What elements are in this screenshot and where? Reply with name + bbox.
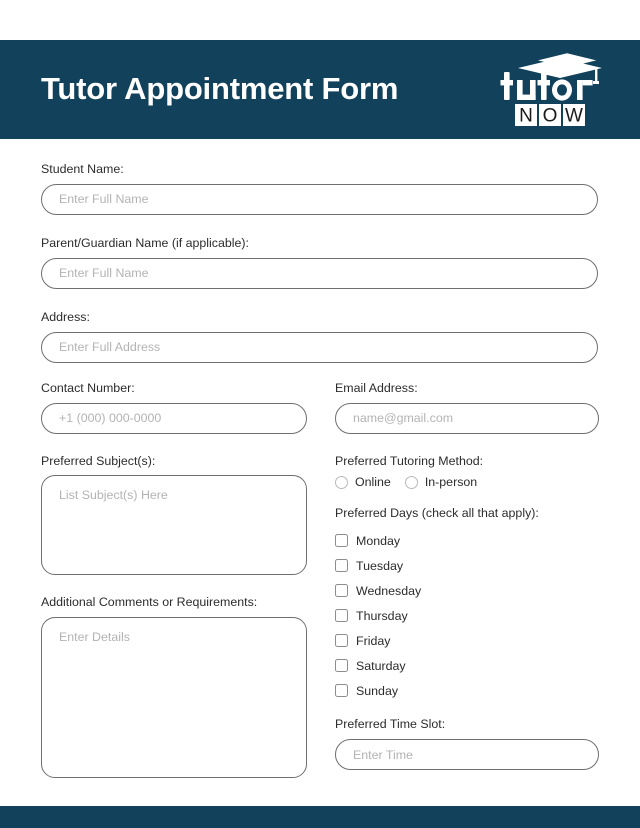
checkbox-icon[interactable] (335, 684, 348, 698)
checkbox-option-thursday[interactable]: Thursday (335, 603, 599, 628)
field-time-slot: Preferred Time Slot: Enter Time (335, 717, 599, 771)
field-email: Email Address: name@gmail.com (335, 381, 599, 434)
checkbox-option-label: Saturday (356, 658, 406, 673)
field-comments: Additional Comments or Requirements: Ent… (41, 595, 307, 779)
svg-text:N: N (519, 105, 533, 126)
page-footer-bar (0, 806, 640, 828)
field-student-name: Student Name: Enter Full Name (41, 162, 598, 215)
subjects-textarea[interactable]: List Subject(s) Here (41, 475, 307, 576)
svg-text:W: W (565, 105, 583, 126)
address-label: Address: (41, 309, 90, 324)
checkbox-option-label: Thursday (356, 608, 408, 623)
student-name-label: Student Name: (41, 162, 124, 176)
radio-option-label: In-person (424, 475, 478, 490)
checkbox-icon[interactable] (335, 559, 348, 573)
email-label: Email Address: (335, 380, 418, 395)
comments-label: Additional Comments or Requirements: (41, 595, 258, 610)
parent-name-label: Parent/Guardian Name (if applicable): (41, 235, 249, 250)
contact-number-input[interactable]: +1 (000) 000-0000 (41, 402, 307, 434)
checkbox-icon[interactable] (335, 659, 348, 673)
radio-icon[interactable] (335, 475, 348, 489)
page-title: Tutor Appointment Form (41, 71, 399, 107)
checkbox-icon[interactable] (335, 584, 348, 598)
right-column: Email Address: name@gmail.com Preferred … (335, 381, 599, 779)
tutor-now-logo: N O W (500, 52, 602, 128)
checkbox-option-monday[interactable]: Monday (335, 528, 599, 553)
checkbox-option-tuesday[interactable]: Tuesday (335, 553, 599, 578)
checkbox-option-saturday[interactable]: Saturday (335, 653, 599, 678)
checkbox-option-label: Sunday (356, 683, 399, 698)
tutoring-method-options: Online In-person (335, 475, 599, 489)
checkbox-icon[interactable] (335, 534, 348, 548)
radio-icon[interactable] (404, 475, 418, 489)
comments-textarea[interactable]: Enter Details (41, 617, 307, 779)
checkbox-option-sunday[interactable]: Sunday (335, 678, 599, 703)
radio-option-in-person[interactable]: In-person (404, 475, 478, 490)
checkbox-option-label: Tuesday (356, 558, 404, 573)
tutor-appointment-form-page: Tutor Appointment Form N O W Student Nam… (0, 0, 640, 828)
tutoring-method-label: Preferred Tutoring Method: (335, 453, 484, 468)
checkbox-option-friday[interactable]: Friday (335, 628, 599, 653)
two-column-region: Contact Number: +1 (000) 000-0000 Prefer… (41, 381, 599, 779)
field-contact-number: Contact Number: +1 (000) 000-0000 (41, 381, 307, 434)
checkbox-option-label: Wednesday (356, 583, 422, 598)
field-subjects: Preferred Subject(s): List Subject(s) He… (41, 454, 307, 576)
logo-wordmark-top (500, 71, 593, 101)
checkbox-icon[interactable] (335, 609, 348, 623)
field-parent-name: Parent/Guardian Name (if applicable): En… (41, 236, 598, 289)
time-slot-label: Preferred Time Slot: (335, 717, 446, 732)
tutor-now-logo-svg: N O W (500, 52, 602, 126)
field-tutoring-method: Preferred Tutoring Method: Online In-per… (335, 453, 599, 489)
preferred-days-label: Preferred Days (check all that apply): (335, 506, 539, 521)
parent-name-input[interactable]: Enter Full Name (41, 257, 598, 289)
page-header: Tutor Appointment Form N O W (0, 40, 640, 139)
graduation-cap-icon (518, 52, 602, 84)
svg-text:O: O (543, 105, 558, 126)
form-body: Student Name: Enter Full Name Parent/Gua… (0, 139, 640, 806)
checkbox-option-label: Friday (356, 633, 391, 648)
subjects-label: Preferred Subject(s): (41, 453, 156, 468)
address-input[interactable]: Enter Full Address (41, 331, 598, 363)
logo-wordmark-bottom: N O W (515, 103, 585, 126)
time-slot-input[interactable]: Enter Time (335, 739, 599, 771)
radio-option-label: Online (355, 475, 391, 490)
checkbox-icon[interactable] (335, 634, 348, 648)
student-name-input[interactable]: Enter Full Name (41, 183, 598, 215)
checkbox-option-label: Monday (356, 533, 401, 548)
checkbox-option-wednesday[interactable]: Wednesday (335, 578, 599, 603)
field-address: Address: Enter Full Address (41, 310, 598, 363)
preferred-days-options: Monday Tuesday Wednesday Thursday Friday… (335, 528, 599, 703)
field-preferred-days: Preferred Days (check all that apply): M… (335, 506, 599, 703)
left-column: Contact Number: +1 (000) 000-0000 Prefer… (41, 381, 307, 779)
contact-number-label: Contact Number: (41, 380, 135, 395)
email-input[interactable]: name@gmail.com (335, 402, 599, 434)
radio-option-online[interactable]: Online (335, 475, 391, 489)
